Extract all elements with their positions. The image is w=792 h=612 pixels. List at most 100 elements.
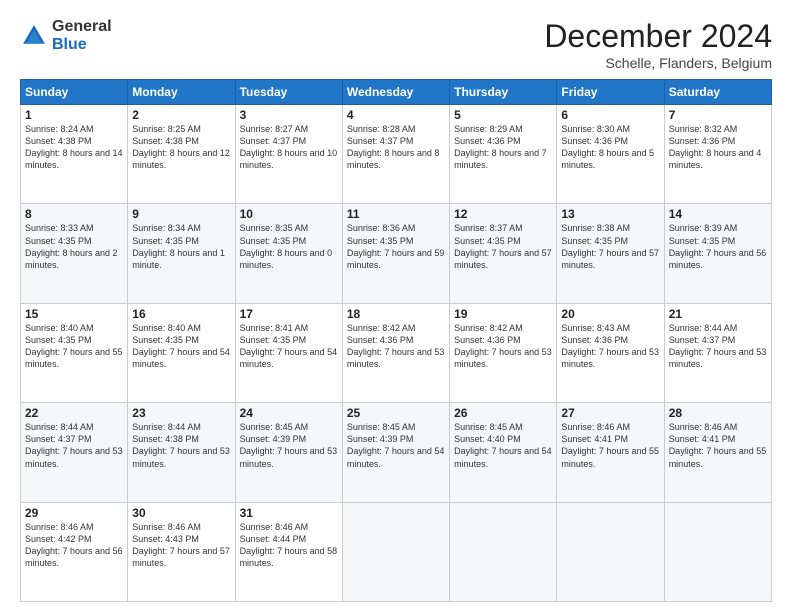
day-info: Sunrise: 8:33 AMSunset: 4:35 PMDaylight:… [25,222,123,271]
calendar-header-row: SundayMondayTuesdayWednesdayThursdayFrid… [21,80,772,105]
day-number: 22 [25,406,123,420]
calendar-cell: 24Sunrise: 8:45 AMSunset: 4:39 PMDayligh… [235,403,342,502]
calendar-cell: 16Sunrise: 8:40 AMSunset: 4:35 PMDayligh… [128,303,235,402]
day-info: Sunrise: 8:45 AMSunset: 4:39 PMDaylight:… [240,421,338,470]
calendar-cell: 31Sunrise: 8:46 AMSunset: 4:44 PMDayligh… [235,502,342,601]
page: General Blue December 2024 Schelle, Flan… [0,0,792,612]
calendar-week-2: 8Sunrise: 8:33 AMSunset: 4:35 PMDaylight… [21,204,772,303]
day-number: 14 [669,207,767,221]
day-number: 28 [669,406,767,420]
calendar-header-saturday: Saturday [664,80,771,105]
calendar-week-3: 15Sunrise: 8:40 AMSunset: 4:35 PMDayligh… [21,303,772,402]
day-number: 29 [25,506,123,520]
day-info: Sunrise: 8:43 AMSunset: 4:36 PMDaylight:… [561,322,659,371]
calendar-cell: 13Sunrise: 8:38 AMSunset: 4:35 PMDayligh… [557,204,664,303]
calendar-cell: 28Sunrise: 8:46 AMSunset: 4:41 PMDayligh… [664,403,771,502]
day-info: Sunrise: 8:25 AMSunset: 4:38 PMDaylight:… [132,123,230,172]
calendar-week-1: 1Sunrise: 8:24 AMSunset: 4:38 PMDaylight… [21,105,772,204]
logo-blue: Blue [52,36,112,54]
calendar-cell [557,502,664,601]
calendar-cell: 14Sunrise: 8:39 AMSunset: 4:35 PMDayligh… [664,204,771,303]
day-number: 1 [25,108,123,122]
calendar-table: SundayMondayTuesdayWednesdayThursdayFrid… [20,79,772,602]
day-info: Sunrise: 8:38 AMSunset: 4:35 PMDaylight:… [561,222,659,271]
day-number: 9 [132,207,230,221]
day-number: 21 [669,307,767,321]
day-info: Sunrise: 8:34 AMSunset: 4:35 PMDaylight:… [132,222,230,271]
calendar-cell [450,502,557,601]
day-info: Sunrise: 8:37 AMSunset: 4:35 PMDaylight:… [454,222,552,271]
day-info: Sunrise: 8:42 AMSunset: 4:36 PMDaylight:… [347,322,445,371]
day-number: 19 [454,307,552,321]
calendar-cell [664,502,771,601]
logo-text: General Blue [52,18,112,53]
calendar-cell: 22Sunrise: 8:44 AMSunset: 4:37 PMDayligh… [21,403,128,502]
day-number: 27 [561,406,659,420]
title-block: December 2024 Schelle, Flanders, Belgium [544,18,772,71]
header: General Blue December 2024 Schelle, Flan… [20,18,772,71]
calendar-cell: 2Sunrise: 8:25 AMSunset: 4:38 PMDaylight… [128,105,235,204]
calendar-cell: 8Sunrise: 8:33 AMSunset: 4:35 PMDaylight… [21,204,128,303]
calendar-header-thursday: Thursday [450,80,557,105]
calendar-week-4: 22Sunrise: 8:44 AMSunset: 4:37 PMDayligh… [21,403,772,502]
day-number: 12 [454,207,552,221]
day-info: Sunrise: 8:45 AMSunset: 4:39 PMDaylight:… [347,421,445,470]
day-number: 20 [561,307,659,321]
day-info: Sunrise: 8:35 AMSunset: 4:35 PMDaylight:… [240,222,338,271]
calendar-cell [342,502,449,601]
day-number: 11 [347,207,445,221]
day-number: 23 [132,406,230,420]
day-number: 6 [561,108,659,122]
day-info: Sunrise: 8:44 AMSunset: 4:37 PMDaylight:… [25,421,123,470]
day-info: Sunrise: 8:24 AMSunset: 4:38 PMDaylight:… [25,123,123,172]
day-number: 5 [454,108,552,122]
day-number: 2 [132,108,230,122]
day-info: Sunrise: 8:44 AMSunset: 4:38 PMDaylight:… [132,421,230,470]
calendar-cell: 5Sunrise: 8:29 AMSunset: 4:36 PMDaylight… [450,105,557,204]
day-number: 30 [132,506,230,520]
calendar-cell: 25Sunrise: 8:45 AMSunset: 4:39 PMDayligh… [342,403,449,502]
calendar-header-sunday: Sunday [21,80,128,105]
day-number: 26 [454,406,552,420]
day-number: 24 [240,406,338,420]
day-info: Sunrise: 8:40 AMSunset: 4:35 PMDaylight:… [25,322,123,371]
day-info: Sunrise: 8:28 AMSunset: 4:37 PMDaylight:… [347,123,445,172]
day-number: 18 [347,307,445,321]
day-info: Sunrise: 8:29 AMSunset: 4:36 PMDaylight:… [454,123,552,172]
day-info: Sunrise: 8:46 AMSunset: 4:41 PMDaylight:… [561,421,659,470]
day-number: 3 [240,108,338,122]
day-info: Sunrise: 8:40 AMSunset: 4:35 PMDaylight:… [132,322,230,371]
calendar-cell: 19Sunrise: 8:42 AMSunset: 4:36 PMDayligh… [450,303,557,402]
month-title: December 2024 [544,18,772,55]
day-info: Sunrise: 8:41 AMSunset: 4:35 PMDaylight:… [240,322,338,371]
calendar-cell: 7Sunrise: 8:32 AMSunset: 4:36 PMDaylight… [664,105,771,204]
calendar-cell: 4Sunrise: 8:28 AMSunset: 4:37 PMDaylight… [342,105,449,204]
day-number: 10 [240,207,338,221]
calendar-cell: 10Sunrise: 8:35 AMSunset: 4:35 PMDayligh… [235,204,342,303]
day-number: 17 [240,307,338,321]
calendar-cell: 3Sunrise: 8:27 AMSunset: 4:37 PMDaylight… [235,105,342,204]
day-info: Sunrise: 8:45 AMSunset: 4:40 PMDaylight:… [454,421,552,470]
calendar-header-tuesday: Tuesday [235,80,342,105]
calendar-cell: 23Sunrise: 8:44 AMSunset: 4:38 PMDayligh… [128,403,235,502]
calendar-cell: 11Sunrise: 8:36 AMSunset: 4:35 PMDayligh… [342,204,449,303]
day-info: Sunrise: 8:46 AMSunset: 4:42 PMDaylight:… [25,521,123,570]
calendar-cell: 15Sunrise: 8:40 AMSunset: 4:35 PMDayligh… [21,303,128,402]
calendar-cell: 1Sunrise: 8:24 AMSunset: 4:38 PMDaylight… [21,105,128,204]
calendar-cell: 29Sunrise: 8:46 AMSunset: 4:42 PMDayligh… [21,502,128,601]
day-info: Sunrise: 8:36 AMSunset: 4:35 PMDaylight:… [347,222,445,271]
calendar-cell: 12Sunrise: 8:37 AMSunset: 4:35 PMDayligh… [450,204,557,303]
day-info: Sunrise: 8:42 AMSunset: 4:36 PMDaylight:… [454,322,552,371]
day-number: 7 [669,108,767,122]
logo-general: General [52,18,112,36]
day-info: Sunrise: 8:44 AMSunset: 4:37 PMDaylight:… [669,322,767,371]
logo: General Blue [20,18,112,53]
calendar-cell: 27Sunrise: 8:46 AMSunset: 4:41 PMDayligh… [557,403,664,502]
day-number: 31 [240,506,338,520]
calendar-cell: 17Sunrise: 8:41 AMSunset: 4:35 PMDayligh… [235,303,342,402]
day-info: Sunrise: 8:27 AMSunset: 4:37 PMDaylight:… [240,123,338,172]
logo-icon [20,22,48,50]
calendar-cell: 18Sunrise: 8:42 AMSunset: 4:36 PMDayligh… [342,303,449,402]
calendar-header-wednesday: Wednesday [342,80,449,105]
day-number: 4 [347,108,445,122]
